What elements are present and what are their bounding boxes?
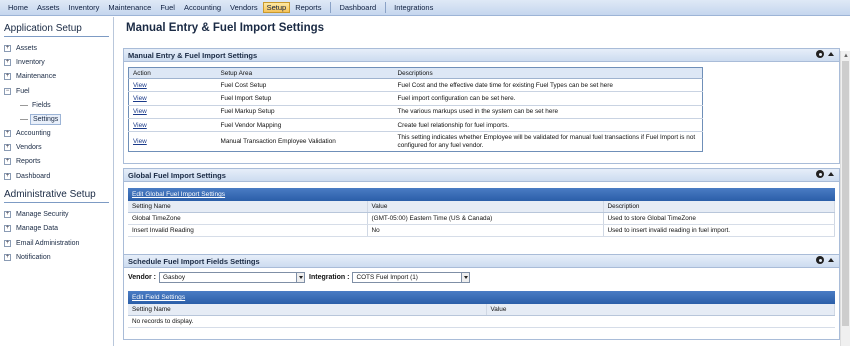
column-header: Value bbox=[367, 201, 604, 213]
vertical-scrollbar[interactable]: ▲ bbox=[840, 51, 850, 346]
collapse-icon[interactable]: − bbox=[4, 87, 11, 95]
sidebar-item-fuel[interactable]: − Fuel bbox=[0, 84, 113, 98]
menu-separator bbox=[385, 2, 387, 13]
scrollbar-thumb[interactable] bbox=[842, 61, 849, 326]
gear-icon[interactable] bbox=[816, 256, 824, 264]
sidebar-item-settings[interactable]: Settings bbox=[0, 112, 113, 126]
sidebar-item-manage-security[interactable]: + Manage Security bbox=[0, 207, 113, 221]
page-title: Manual Entry & Fuel Import Settings bbox=[126, 22, 325, 34]
main-menu-bar: Home Assets Inventory Maintenance Fuel A… bbox=[0, 0, 850, 16]
integration-label: Integration : bbox=[309, 273, 350, 281]
sidebar-item-inventory[interactable]: + Inventory bbox=[0, 55, 113, 69]
column-header: Value bbox=[486, 304, 835, 316]
expand-icon[interactable]: + bbox=[4, 144, 11, 152]
menu-vendors[interactable]: Vendors bbox=[226, 2, 262, 13]
table-row: Insert Invalid Reading No Used to insert… bbox=[128, 224, 835, 237]
column-header: Descriptions bbox=[393, 67, 703, 79]
scroll-up-icon[interactable]: ▲ bbox=[843, 53, 849, 59]
column-header: Setting Name bbox=[128, 304, 487, 316]
vendor-select[interactable]: Gasboy bbox=[159, 271, 306, 283]
global-fuel-import-panel: Global Fuel Import Settings Edit Global … bbox=[123, 168, 840, 266]
main-content: Manual Entry & Fuel Import Settings Manu… bbox=[116, 17, 850, 346]
collapse-caret-icon[interactable] bbox=[828, 52, 834, 56]
panel-header: Manual Entry & Fuel Import Settings bbox=[124, 49, 839, 62]
sidebar-item-fields[interactable]: Fields bbox=[0, 98, 113, 112]
menu-setup[interactable]: Setup bbox=[262, 2, 291, 13]
global-settings-table: Setting Name Value Description Global Ti… bbox=[128, 201, 835, 237]
application-setup-title: Application Setup bbox=[4, 23, 82, 34]
menu-separator bbox=[330, 2, 332, 13]
column-header: Description bbox=[603, 201, 835, 213]
menu-reports[interactable]: Reports bbox=[291, 2, 325, 13]
integration-select[interactable]: COTS Fuel Import (1) bbox=[352, 271, 471, 283]
edit-field-settings-bar: Edit Field Settings bbox=[128, 291, 835, 304]
divider bbox=[4, 202, 109, 204]
expand-icon[interactable]: + bbox=[4, 225, 11, 233]
field-settings-table: Setting Name Value No records to display… bbox=[128, 304, 835, 328]
sidebar-item-manage-data[interactable]: + Manage Data bbox=[0, 222, 113, 236]
table-row: View Fuel Import Setup Fuel import confi… bbox=[128, 91, 703, 106]
table-row: View Fuel Vendor Mapping Create fuel rel… bbox=[128, 118, 703, 133]
menu-home[interactable]: Home bbox=[4, 2, 32, 13]
panel-header: Schedule Fuel Import Fields Settings bbox=[124, 255, 839, 268]
sidebar-item-maintenance[interactable]: + Maintenance bbox=[0, 70, 113, 84]
dropdown-arrow-icon[interactable] bbox=[296, 272, 305, 282]
tree-connector bbox=[20, 118, 28, 120]
menu-fuel[interactable]: Fuel bbox=[156, 2, 179, 13]
sidebar-item-email-administration[interactable]: + Email Administration bbox=[0, 236, 113, 250]
setup-areas-table: Action Setup Area Descriptions View Fuel… bbox=[128, 67, 703, 153]
expand-icon[interactable]: + bbox=[4, 172, 11, 180]
administrative-setup-title: Administrative Setup bbox=[4, 189, 96, 201]
edit-global-settings-bar: Edit Global Fuel Import Settings bbox=[128, 188, 835, 201]
menu-dashboard[interactable]: Dashboard bbox=[335, 2, 380, 13]
gear-icon[interactable] bbox=[816, 50, 824, 58]
schedule-fuel-import-panel: Schedule Fuel Import Fields Settings Ven… bbox=[123, 254, 840, 340]
view-link[interactable]: View bbox=[133, 108, 147, 115]
expand-icon[interactable]: + bbox=[4, 73, 11, 81]
expand-icon[interactable]: + bbox=[4, 58, 11, 66]
sidebar-item-accounting[interactable]: + Accounting bbox=[0, 126, 113, 140]
empty-message: No records to display. bbox=[128, 315, 835, 328]
edit-global-settings-link[interactable]: Edit Global Fuel Import Settings bbox=[132, 191, 225, 198]
collapse-caret-icon[interactable] bbox=[828, 258, 834, 262]
collapse-caret-icon[interactable] bbox=[828, 172, 834, 176]
menu-integrations[interactable]: Integrations bbox=[390, 2, 437, 13]
gear-icon[interactable] bbox=[816, 170, 824, 178]
panel-header: Global Fuel Import Settings bbox=[124, 169, 839, 182]
filter-row: Vendor : Gasboy Integration : COTS Fuel … bbox=[124, 268, 839, 286]
table-row: Global TimeZone (GMT-05:00) Eastern Time… bbox=[128, 212, 835, 225]
sidebar: Application Setup + Assets + Inventory + Ma… bbox=[0, 17, 114, 346]
sidebar-item-assets[interactable]: + Assets bbox=[0, 41, 113, 55]
menu-maintenance[interactable]: Maintenance bbox=[104, 2, 155, 13]
sidebar-item-dashboard[interactable]: + Dashboard bbox=[0, 169, 113, 183]
menu-accounting[interactable]: Accounting bbox=[180, 2, 225, 13]
divider bbox=[4, 36, 109, 37]
view-link[interactable]: View bbox=[133, 95, 147, 102]
column-header: Setting Name bbox=[128, 201, 368, 213]
manual-entry-panel: Manual Entry & Fuel Import Settings Acti… bbox=[123, 48, 840, 164]
tree-connector bbox=[20, 104, 28, 106]
table-row: View Fuel Cost Setup Fuel Cost and the e… bbox=[128, 78, 703, 93]
sidebar-item-notification[interactable]: + Notification bbox=[0, 250, 113, 264]
expand-icon[interactable]: + bbox=[4, 158, 11, 166]
expand-icon[interactable]: + bbox=[4, 253, 11, 261]
menu-assets[interactable]: Assets bbox=[33, 2, 64, 13]
expand-icon[interactable]: + bbox=[4, 129, 11, 137]
dropdown-arrow-icon[interactable] bbox=[461, 272, 470, 282]
expand-icon[interactable]: + bbox=[4, 211, 11, 219]
vendor-label: Vendor : bbox=[128, 273, 157, 281]
sidebar-item-vendors[interactable]: + Vendors bbox=[0, 140, 113, 154]
expand-icon[interactable]: + bbox=[4, 44, 11, 52]
column-header: Action bbox=[128, 67, 217, 79]
menu-inventory[interactable]: Inventory bbox=[65, 2, 104, 13]
column-header: Setup Area bbox=[216, 67, 394, 79]
edit-field-settings-link[interactable]: Edit Field Settings bbox=[132, 294, 185, 301]
table-row: View Fuel Markup Setup The various marku… bbox=[128, 105, 703, 119]
table-row: View Manual Transaction Employee Validat… bbox=[133, 133, 696, 149]
view-link[interactable]: View bbox=[133, 82, 147, 89]
view-link[interactable]: View bbox=[133, 122, 147, 129]
view-link[interactable]: View bbox=[133, 138, 147, 145]
expand-icon[interactable]: + bbox=[4, 239, 11, 247]
sidebar-item-reports[interactable]: + Reports bbox=[0, 155, 113, 169]
